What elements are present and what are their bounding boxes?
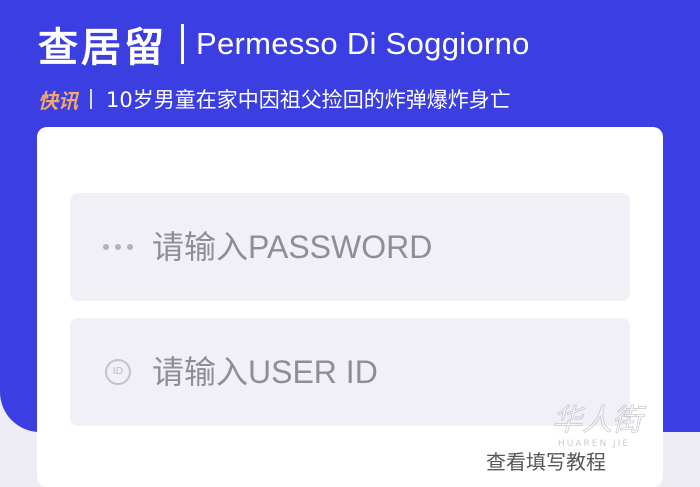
password-field[interactable] (70, 193, 630, 301)
watermark-logo: 华人街 HUAREN JIE (552, 403, 648, 449)
news-divider (90, 89, 92, 109)
title-divider (181, 24, 184, 64)
page-subtitle: Permesso Di Soggiorno (196, 26, 530, 61)
userid-field[interactable]: ID (70, 318, 630, 426)
id-badge-text: ID (105, 359, 131, 385)
page-title: 查居留 (38, 25, 167, 71)
news-ticker[interactable]: 快讯 10岁男童在家中因祖父捡回的炸弹爆炸身亡 (38, 82, 511, 116)
news-headline[interactable]: 10岁男童在家中因祖父捡回的炸弹爆炸身亡 (106, 84, 511, 114)
news-tag: 快讯 (38, 88, 78, 113)
watermark-text: 华人街 (552, 403, 647, 438)
dots-icon (96, 244, 140, 250)
title-row: 查居留 Permesso Di Soggiorno (38, 14, 530, 74)
watermark-latin: HUAREN JIE (558, 439, 630, 449)
id-badge-icon: ID (96, 359, 140, 385)
userid-input[interactable] (152, 353, 582, 391)
password-input[interactable] (152, 228, 582, 266)
